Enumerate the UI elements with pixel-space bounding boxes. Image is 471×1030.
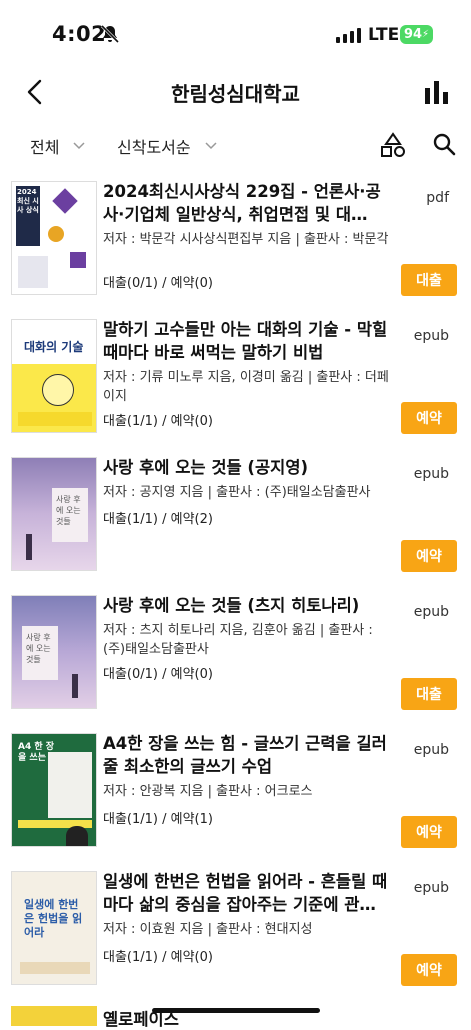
book-list-item[interactable]: 사랑 후에 오는 것들 사랑 후에 오는 것들 (츠지 히토나리) 저자 : 츠… (0, 586, 471, 724)
cover-title: 사랑 후에 오는 것들 (56, 495, 81, 526)
bar-chart-icon[interactable] (424, 80, 450, 104)
book-availability: 대출(1/1) / 예약(2) (103, 512, 213, 527)
book-format: epub (413, 328, 449, 344)
reserve-button[interactable]: 예약 (401, 402, 457, 434)
battery-icon: 94 ⚡ (400, 25, 433, 44)
borrow-button[interactable]: 대출 (401, 264, 457, 296)
book-title[interactable]: 일생에 한번은 헌법을 읽어라 - 흔들릴 때마다 삶의 중심을 잡아주는 기준… (103, 870, 393, 916)
chevron-down-icon (73, 142, 85, 150)
book-cover (11, 1006, 97, 1026)
shapes-icon[interactable] (380, 132, 406, 158)
reserve-button[interactable]: 예약 (401, 816, 457, 848)
book-format: epub (413, 742, 449, 758)
book-availability: 대출(0/1) / 예약(0) (103, 667, 213, 682)
book-format: epub (413, 466, 449, 482)
book-title[interactable]: 2024최신시사상식 229집 - 언론사·공사·기업체 일반상식, 취업면접 … (103, 180, 393, 226)
cover-title: 사랑 후에 오는 것들 (26, 633, 51, 664)
sort-filter-label: 신착도서순 (117, 138, 191, 157)
book-availability: 대출(1/1) / 예약(1) (103, 812, 213, 827)
book-list-item[interactable]: 사랑 후에 오는 것들 사랑 후에 오는 것들 (공지영) 저자 : 공지영 지… (0, 448, 471, 586)
book-title[interactable]: 사랑 후에 오는 것들 (츠지 히토나리) (103, 594, 393, 617)
book-format: epub (413, 880, 449, 896)
category-filter-label: 전체 (30, 138, 60, 157)
reserve-button[interactable]: 예약 (401, 954, 457, 986)
book-meta: 저자 : 기류 미노루 지음, 이경미 옮김 | 출판사 : 더페이지 (103, 370, 389, 404)
cover-title: 2024 최신 시사 상식 (17, 188, 39, 214)
book-format: epub (413, 604, 449, 620)
book-meta: 저자 : 안광복 지음 | 출판사 : 어크로스 (103, 784, 313, 799)
book-cover: 대화의 기술 (11, 319, 97, 433)
book-list-item[interactable]: A4 한 장을 쓰는 힘 A4한 장을 쓰는 힘 - 글쓰기 근력을 길러줄 최… (0, 724, 471, 862)
book-format: pdf (426, 190, 449, 206)
category-filter[interactable]: 전체 (30, 134, 85, 158)
book-meta: 저자 : 츠지 히토나리 지음, 김훈아 옮김 | 출판사 : (주)태일소담출… (103, 623, 373, 657)
reserve-button[interactable]: 예약 (401, 540, 457, 572)
page-title: 한림성심대학교 (171, 82, 300, 106)
book-list-item[interactable]: 일생에 한번은 헌법을 읽어라 일생에 한번은 헌법을 읽어라 - 흔들릴 때마… (0, 862, 471, 1000)
battery-level: 94 (403, 27, 423, 42)
book-cover: 사랑 후에 오는 것들 (11, 595, 97, 709)
book-title[interactable]: 사랑 후에 오는 것들 (공지영) (103, 456, 393, 479)
home-indicator (152, 1008, 320, 1013)
bell-muted-icon (100, 24, 120, 44)
search-icon[interactable] (432, 132, 456, 156)
borrow-button[interactable]: 대출 (401, 678, 457, 710)
book-title[interactable]: 말하기 고수들만 아는 대화의 기술 - 막힐 때마다 바로 써먹는 말하기 비… (103, 318, 393, 364)
status-bar: 4:02 LTE 94 ⚡ (0, 0, 471, 70)
book-meta: 저자 : 이효원 지음 | 출판사 : 현대지성 (103, 922, 313, 937)
book-cover: 일생에 한번은 헌법을 읽어라 (11, 871, 97, 985)
cover-title: 대화의 기술 (24, 340, 84, 354)
book-list-item[interactable]: 대화의 기술 말하기 고수들만 아는 대화의 기술 - 막힐 때마다 바로 써먹… (0, 310, 471, 448)
book-list: 2024 최신 시사 상식 2024최신시사상식 229집 - 언론사·공사·기… (0, 172, 471, 1000)
book-availability: 대출(1/1) / 예약(0) (103, 414, 213, 429)
book-meta: 저자 : 박문각 시사상식편집부 지음 | 출판사 : 박문각 (103, 232, 389, 247)
book-title[interactable]: A4한 장을 쓰는 힘 - 글쓰기 근력을 길러줄 최소한의 글쓰기 수업 (103, 732, 393, 778)
book-cover: 2024 최신 시사 상식 (11, 181, 97, 295)
app-header: 한림성심대학교 (0, 70, 471, 114)
book-meta: 저자 : 공지영 지음 | 출판사 : (주)태일소담출판사 (103, 485, 371, 500)
status-time: 4:02 (52, 22, 107, 46)
book-cover: 사랑 후에 오는 것들 (11, 457, 97, 571)
book-cover: A4 한 장을 쓰는 힘 (11, 733, 97, 847)
sort-filter[interactable]: 신착도서순 (117, 134, 217, 158)
book-list-item[interactable]: 2024 최신 시사 상식 2024최신시사상식 229집 - 언론사·공사·기… (0, 172, 471, 310)
book-availability: 대출(0/1) / 예약(0) (103, 276, 213, 291)
book-availability: 대출(1/1) / 예약(0) (103, 950, 213, 965)
cover-title: 일생에 한번은 헌법을 읽어라 (24, 898, 83, 939)
signal-icon (336, 28, 361, 43)
chevron-down-icon (205, 142, 217, 150)
filter-bar: 전체 신착도서순 (0, 128, 471, 164)
network-label: LTE (368, 25, 400, 45)
